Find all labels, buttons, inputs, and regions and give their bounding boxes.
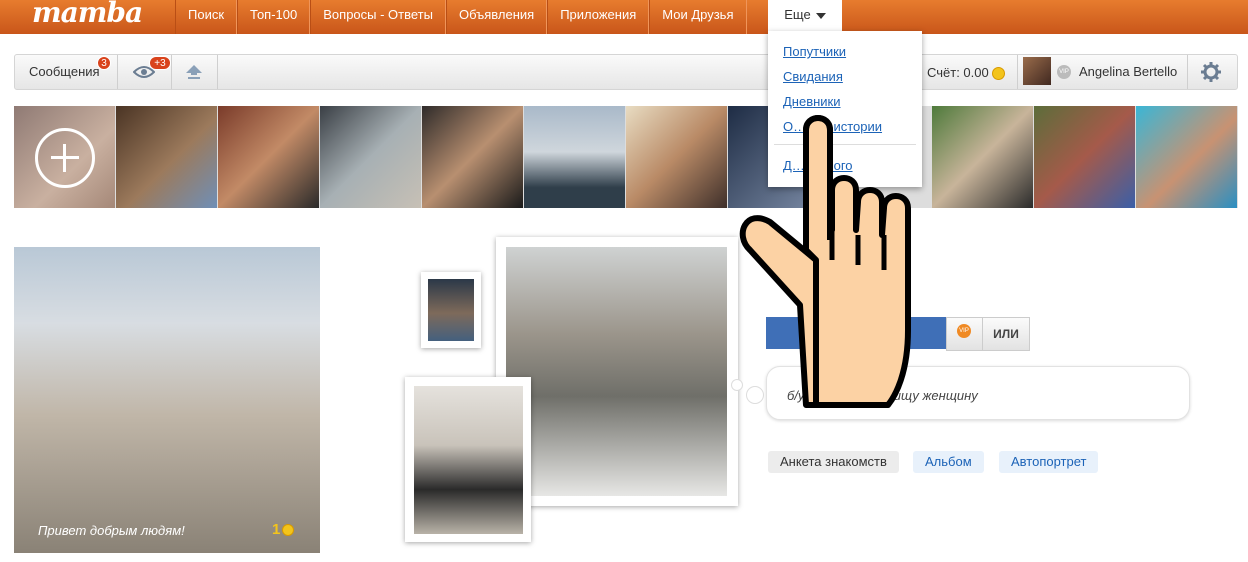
menu-item-dates[interactable]: Свидания [783,69,843,84]
photo-image [506,247,727,496]
small-photo-card[interactable] [421,272,481,348]
pointing-hand-icon [739,115,911,408]
vip-badge-icon: VIP [1057,65,1071,79]
user-toolbar: Сообщения 3 +3 Счёт: 0.00 VIP Angelina B… [14,54,1238,90]
nav-item-ads[interactable]: Объявления [445,0,548,34]
chevron-down-icon [815,12,826,19]
strip-photo[interactable] [524,106,625,208]
views-count-badge: +3 [149,56,171,70]
medium-photo-card[interactable] [405,377,531,542]
toolbar-divider [217,55,218,89]
coin-icon [991,67,1005,81]
tab-selfportrait[interactable]: Автопортрет [999,451,1099,473]
strip-photo[interactable] [218,106,319,208]
toolbar-divider [171,55,172,89]
photo-coins: 1 [272,521,295,538]
nav-item-friends[interactable]: Мои Друзья [649,0,747,34]
raise-profile-icon[interactable] [185,64,203,80]
toolbar-divider [1017,55,1018,89]
or-button[interactable]: ИЛИ [982,317,1030,351]
coins-count: 1 [272,521,281,538]
strip-photo[interactable] [116,106,217,208]
vip-icon: VIP [957,324,971,338]
main-nav: Поиск Топ-100 Вопросы - Ответы Объявлени… [175,0,747,34]
main-profile-photo[interactable]: Привет добрым людям! 1 [14,247,320,553]
nav-more-label: Еще [784,7,811,22]
toolbar-divider [1187,55,1188,89]
menu-item-diaries[interactable]: Дневники [783,94,841,109]
messages-count-badge: 3 [97,56,111,70]
user-name-link[interactable]: Angelina Bertello [1079,64,1177,79]
tab-album[interactable]: Альбом [913,451,984,473]
mamba-logo[interactable]: mamba [32,0,143,29]
top-navigation-bar: mamba Поиск Топ-100 Вопросы - Ответы Объ… [0,0,1248,34]
strip-photo[interactable] [1136,106,1237,208]
photo-strip [14,106,1238,208]
photo-thumbnail [428,279,474,341]
user-avatar[interactable] [1023,57,1051,85]
nav-more-button[interactable]: Еще [768,0,842,34]
balance-label: Счёт: 0.00 [927,65,989,80]
toolbar-divider [117,55,118,89]
nav-item-apps[interactable]: Приложения [547,0,650,34]
add-photo-button[interactable] [14,106,115,208]
messages-button[interactable]: Сообщения [29,64,100,79]
coin-icon [282,524,295,537]
photo-image [414,386,523,534]
nav-item-top100[interactable]: Топ-100 [237,0,311,34]
menu-item-fellow-travelers[interactable]: Попутчики [783,44,846,59]
strip-photo[interactable] [1034,106,1135,208]
strip-photo[interactable] [320,106,421,208]
plus-icon [35,128,95,188]
strip-photo[interactable] [422,106,523,208]
tab-dating-profile[interactable]: Анкета знакомств [768,451,899,473]
large-photo-card[interactable] [496,237,738,506]
photo-caption: Привет добрым людям! [38,523,185,538]
gear-icon[interactable] [1201,62,1221,82]
account-balance[interactable]: Счёт: 0.00 [927,65,1005,81]
nav-item-search[interactable]: Поиск [175,0,238,34]
nav-item-questions[interactable]: Вопросы - Ответы [310,0,446,34]
strip-photo[interactable] [626,106,727,208]
